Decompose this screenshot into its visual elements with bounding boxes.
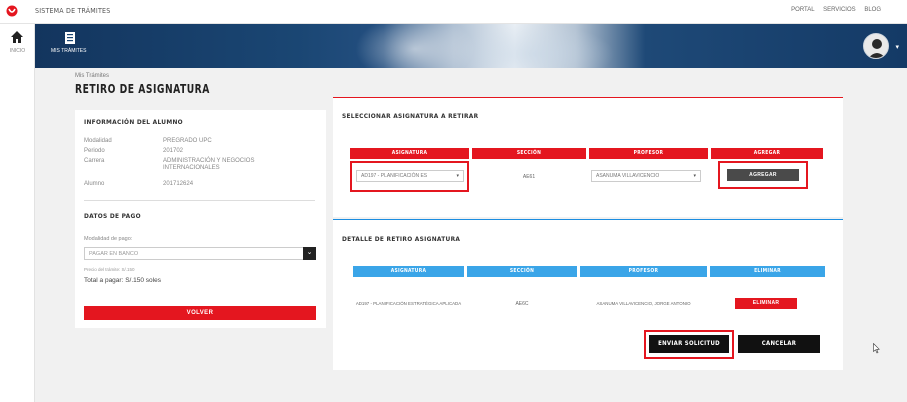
info-key: Periodo <box>84 148 105 154</box>
mouse-cursor-icon <box>873 343 880 354</box>
chevron-down-icon[interactable]: ⌄ <box>303 247 316 260</box>
student-panel: INFORMACIÓN DEL ALUMNO Modalidad PREGRAD… <box>75 110 326 328</box>
col-header-section: SECCIÓN <box>472 148 586 159</box>
payment-heading: DATOS DE PAGO <box>84 212 141 220</box>
top-bar: SISTEMA DE TRÁMITES PORTAL SERVICIOS BLO… <box>0 0 907 24</box>
header-banner: MIS TRÁMITES ▾ <box>35 24 907 68</box>
total-label: Total a pagar: S/.150 soles <box>84 277 161 284</box>
banner-highlight <box>455 24 615 68</box>
info-value: ADMINISTRACIÓN Y NEGOCIOS INTERNACIONALE… <box>163 158 255 171</box>
payment-mode-select[interactable]: PAGAR EN BANCO ⌄ <box>84 247 316 260</box>
user-icon <box>868 39 886 58</box>
app-title: SISTEMA DE TRÁMITES <box>35 7 111 15</box>
detail-section: AE6C <box>515 301 529 307</box>
link-portal[interactable]: PORTAL <box>791 7 814 13</box>
cancel-button[interactable]: CANCELAR <box>738 335 820 353</box>
payment-mode-label: Modalidad de pago: <box>84 236 133 242</box>
info-key: Alumno <box>84 181 105 187</box>
select-course-panel: SELECCIONAR ASIGNATURA A RETIRAR ASIGNAT… <box>333 97 843 217</box>
breadcrumb[interactable]: Mis Trámites <box>75 73 109 79</box>
link-servicios[interactable]: SERVICIOS <box>823 7 856 13</box>
back-button[interactable]: VOLVER <box>84 306 316 320</box>
home-label: INICIO <box>9 48 26 54</box>
detail-course: AD197 - PLANIFICACIÓN ESTRATÉGICA APLICA… <box>355 301 462 306</box>
left-rail: INICIO <box>0 24 35 402</box>
home-icon[interactable] <box>10 30 24 44</box>
course-select[interactable]: AD197 - PLANIFICACIÓN ES ▾ <box>356 170 464 182</box>
page-title: RETIRO DE ASIGNATURA <box>75 82 210 96</box>
tramites-label: MIS TRÁMITES <box>51 48 87 54</box>
info-value: 201712624 <box>163 181 194 187</box>
divider <box>84 200 315 201</box>
detail-section-heading: DETALLE DE RETIRO ASIGNATURA <box>342 235 461 243</box>
chevron-down-icon: ▾ <box>693 173 696 179</box>
withdrawal-detail-panel: DETALLE DE RETIRO ASIGNATURA ASIGNATURA … <box>333 219 843 370</box>
professor-select-value: ASANUMA VILLAVICENCIO <box>596 173 660 179</box>
col-header-professor: PROFESOR <box>589 148 708 159</box>
info-value: 201702 <box>163 148 184 154</box>
payment-mode-value: PAGAR EN BANCO <box>89 251 139 257</box>
col-header-course: ASIGNATURA <box>350 148 469 159</box>
section-value: AE61 <box>522 174 536 180</box>
info-key: Modalidad <box>84 138 112 144</box>
course-select-value: AD197 - PLANIFICACIÓN ES <box>361 173 428 179</box>
col-header-add: AGREGAR <box>711 148 823 159</box>
add-button[interactable]: AGREGAR <box>727 169 799 181</box>
detail-professor: ASANUMA VILLAVICENCIO, JORGE ANTONIO <box>596 301 691 306</box>
tramites-icon[interactable] <box>63 31 77 45</box>
col-header-remove: ELIMINAR <box>710 266 825 277</box>
col-header-section: SECCIÓN <box>467 266 577 277</box>
submit-request-button[interactable]: ENVIAR SOLICITUD <box>649 335 729 353</box>
chevron-down-icon: ▾ <box>456 173 459 179</box>
link-blog[interactable]: BLOG <box>864 7 881 13</box>
avatar[interactable] <box>863 33 889 59</box>
remove-button[interactable]: ELIMINAR <box>735 298 797 309</box>
info-value: PREGRADO UPC <box>163 138 212 144</box>
student-info-heading: INFORMACIÓN DEL ALUMNO <box>84 118 183 126</box>
col-header-course: ASIGNATURA <box>353 266 464 277</box>
top-links: PORTAL SERVICIOS BLOG <box>784 7 881 13</box>
info-key: Carrera <box>84 158 105 164</box>
chevron-down-icon[interactable]: ▾ <box>895 43 899 51</box>
professor-select[interactable]: ASANUMA VILLAVICENCIO ▾ <box>591 170 701 182</box>
fee-label: Precio del trámite: S/.150 <box>84 267 135 272</box>
upc-logo-icon[interactable] <box>6 5 18 17</box>
col-header-professor: PROFESOR <box>580 266 707 277</box>
select-section-heading: SELECCIONAR ASIGNATURA A RETIRAR <box>342 112 479 120</box>
